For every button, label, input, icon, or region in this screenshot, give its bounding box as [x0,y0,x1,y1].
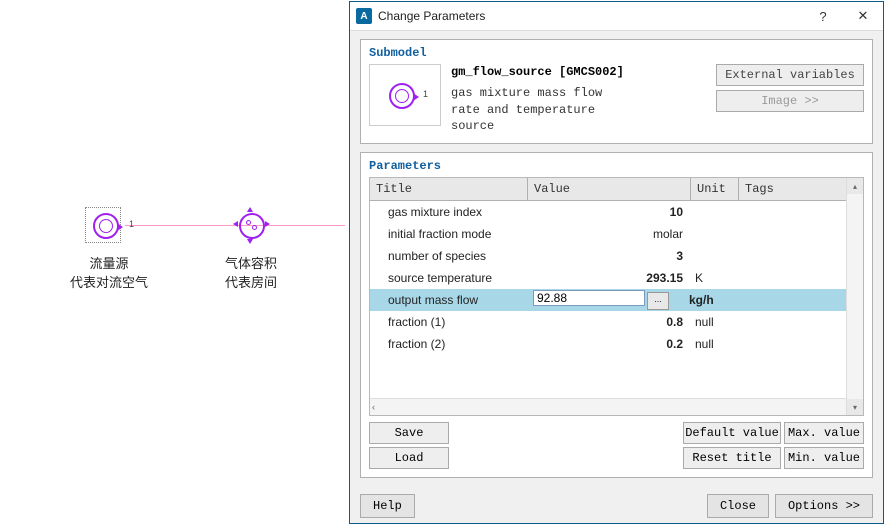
change-parameters-dialog: A Change Parameters ? ✕ Submodel 1 gm_fl… [349,1,884,524]
save-button[interactable]: Save [369,422,449,444]
table-row[interactable]: fraction (1)0.8null [370,311,863,333]
param-unit: null [689,337,730,351]
submodel-thumbnail: 1 [369,64,441,126]
param-title: output mass flow [370,293,533,307]
table-header: Title Value Unit Tags [370,178,863,201]
arrow-icon [413,93,419,101]
param-unit: null [689,315,730,329]
parameters-group: Parameters Title Value Unit Tags gas mix… [360,152,873,478]
group-label: Parameters [369,159,864,173]
node-label: 流量源 [70,253,148,272]
col-tags[interactable]: Tags [739,178,863,200]
parameters-table: Title Value Unit Tags gas mixture index1… [369,177,864,416]
value-input[interactable] [533,290,645,306]
group-label: Submodel [369,46,864,60]
param-value: 293.15 [533,271,689,285]
submodel-description: gas mixture mass flow rate and temperatu… [451,85,621,135]
close-button[interactable]: ✕ [843,2,883,30]
param-value: molar [533,227,689,241]
param-value: 3 [533,249,689,263]
param-value: 10 [533,205,689,219]
col-title[interactable]: Title [370,178,528,200]
param-title: fraction (1) [370,315,533,329]
col-value[interactable]: Value [528,178,691,200]
table-row[interactable]: fraction (2)0.2null [370,333,863,355]
scroll-up-icon[interactable]: ▴ [847,178,863,194]
arrow-icon [265,221,273,227]
help-button[interactable]: Help [360,494,415,518]
help-button[interactable]: ? [803,2,843,30]
param-title: gas mixture index [370,205,533,219]
param-unit: kg/h [683,293,724,307]
min-value-button[interactable]: Min. value [784,447,864,469]
param-title: source temperature [370,271,533,285]
table-row[interactable]: source temperature293.15K [370,267,863,289]
close-button[interactable]: Close [707,494,769,518]
param-value: 0.2 [533,337,689,351]
node-flow-source[interactable]: 1 流量源 代表对流空气 [70,205,148,291]
volume-icon [239,213,265,239]
arrow-icon [247,239,253,247]
node-label: 气体容积 [225,253,277,272]
load-button[interactable]: Load [369,447,449,469]
arrow-icon [247,204,253,212]
value-more-button[interactable]: ... [647,292,669,310]
table-row[interactable]: initial fraction modemolar [370,223,863,245]
scroll-down-icon[interactable]: ▾ [847,399,863,415]
param-unit: K [689,271,730,285]
node-label: 代表对流空气 [70,272,148,291]
flow-source-icon [93,213,119,239]
flow-source-icon [389,83,415,109]
arrow-icon [230,221,238,227]
table-row[interactable]: number of species3 [370,245,863,267]
options-button[interactable]: Options >> [775,494,873,518]
horizontal-scrollbar[interactable]: ‹ › [370,398,863,415]
reset-title-button[interactable]: Reset title [683,447,781,469]
submodel-title: gm_flow_source [GMCS002] [451,64,706,81]
vertical-scrollbar[interactable]: ▴ ▾ [846,178,863,415]
arrow-icon [117,223,123,231]
node-gas-volume[interactable]: 气体容积 代表房间 [225,205,277,291]
titlebar[interactable]: A Change Parameters ? ✕ [350,2,883,31]
app-icon: A [356,8,372,24]
param-title: initial fraction mode [370,227,533,241]
param-value[interactable]: ... [533,290,683,310]
col-unit[interactable]: Unit [691,178,739,200]
table-row[interactable]: output mass flow... kg/h [370,289,863,311]
node-label: 代表房间 [225,272,277,291]
param-title: number of species [370,249,533,263]
scroll-left-icon[interactable]: ‹ [372,402,375,412]
default-value-button[interactable]: Default value [683,422,781,444]
image-button[interactable]: Image >> [716,90,864,112]
table-row[interactable]: gas mixture index10 [370,201,863,223]
external-variables-button[interactable]: External variables [716,64,864,86]
max-value-button[interactable]: Max. value [784,422,864,444]
param-title: fraction (2) [370,337,533,351]
window-title: Change Parameters [378,9,803,23]
port-number: 1 [129,219,134,229]
param-value: 0.8 [533,315,689,329]
port-number: 1 [423,89,428,99]
submodel-group: Submodel 1 gm_flow_source [GMCS002] gas … [360,39,873,144]
